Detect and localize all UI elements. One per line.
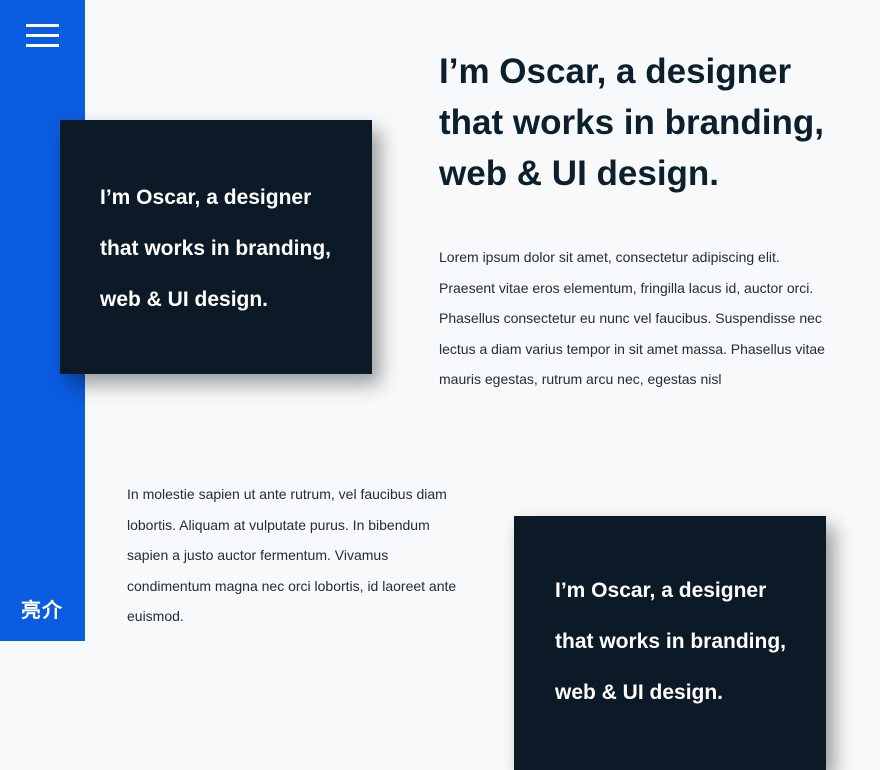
second-card: I’m Oscar, a designer that works in bran… (514, 516, 826, 770)
menu-bar (26, 44, 59, 47)
page-headline: I’m Oscar, a designer that works in bran… (439, 52, 825, 193)
intro-card: I’m Oscar, a designer that works in bran… (60, 120, 372, 374)
sidebar-label[interactable]: 亮介 (21, 594, 63, 623)
second-card-text: I’m Oscar, a designer that works in bran… (555, 579, 787, 704)
intro-card-text: I’m Oscar, a designer that works in bran… (100, 186, 332, 311)
intro-paragraph: Lorem ipsum dolor sit amet, consectetur … (439, 249, 825, 387)
menu-bar (26, 34, 59, 37)
menu-bar (26, 24, 59, 27)
hamburger-menu-icon[interactable] (26, 24, 59, 49)
second-paragraph: In molestie sapien ut ante rutrum, vel f… (127, 486, 457, 624)
